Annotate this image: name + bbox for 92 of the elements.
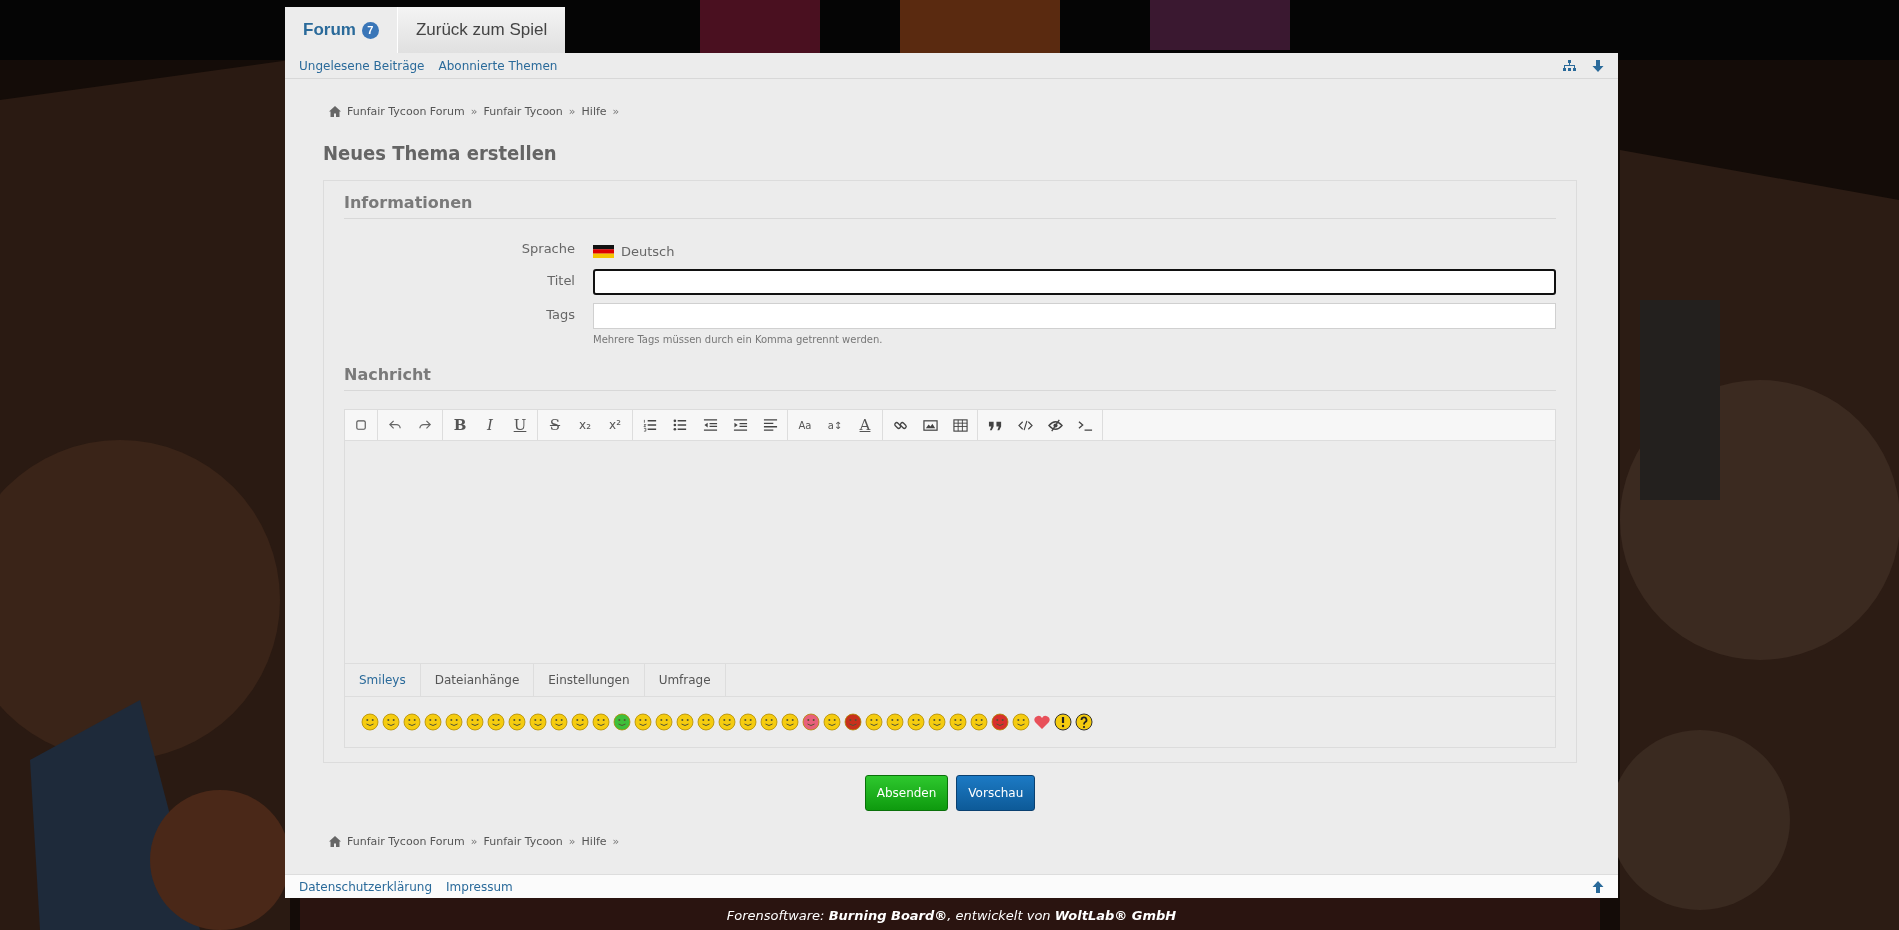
breadcrumb-link[interactable]: Funfair Tycoon Forum <box>347 835 465 848</box>
page-title: Neues Thema erstellen <box>323 141 558 165</box>
smiley-icon[interactable] <box>550 713 568 731</box>
section-heading: Informationen <box>344 193 1556 219</box>
smiley-icon[interactable] <box>592 713 610 731</box>
field-label: Titel <box>546 272 575 290</box>
smiley-icon[interactable] <box>466 713 484 731</box>
smiley-icon[interactable] <box>739 713 757 731</box>
format-button[interactable]: I <box>475 410 505 440</box>
smiley-icon[interactable] <box>865 713 883 731</box>
smiley-icon[interactable] <box>991 713 1009 731</box>
smiley-icon[interactable] <box>634 713 652 731</box>
copyright-text: Forensoftware: Burning Board®, entwickelt von WoltLab® GmbH <box>725 908 1178 923</box>
flag-icon <box>593 244 614 258</box>
bullet-list-icon[interactable] <box>672 417 688 433</box>
exclamation-icon[interactable] <box>1054 713 1072 731</box>
editor-tab[interactable]: Umfrage <box>644 664 726 696</box>
smiley-icon[interactable] <box>424 713 442 731</box>
smiley-icon[interactable] <box>445 713 463 731</box>
question-icon[interactable] <box>1075 713 1093 731</box>
smiley-icon[interactable] <box>844 713 862 731</box>
smiley-icon[interactable] <box>760 713 778 731</box>
home-icon[interactable] <box>329 106 341 117</box>
smiley-icon[interactable] <box>361 713 379 731</box>
format-button[interactable]: S <box>540 410 570 440</box>
smiley-icon[interactable] <box>676 713 694 731</box>
home-icon[interactable] <box>329 836 341 847</box>
format-button[interactable]: B <box>445 410 475 440</box>
breadcrumb-link[interactable]: Hilfe <box>581 105 607 118</box>
checkbox-icon[interactable] <box>353 417 369 433</box>
smiley-icon[interactable] <box>970 713 988 731</box>
separator-mark: » <box>568 835 576 848</box>
editor-tab[interactable]: Smileys <box>345 664 421 696</box>
nav-tab[interactable]: Zurück zum Spiel <box>396 7 566 53</box>
field-label: Sprache <box>520 240 575 258</box>
smiley-icon[interactable] <box>907 713 925 731</box>
separator-mark: » <box>612 835 620 848</box>
field-hint: Mehrere Tags müssen durch ein Komma getrennt werden. <box>593 334 884 345</box>
smiley-icon[interactable] <box>823 713 841 731</box>
smiley-icon[interactable] <box>613 713 631 731</box>
section-heading: Nachricht <box>344 365 1556 391</box>
format-button[interactable]: U <box>505 410 535 440</box>
nav-link[interactable]: Abonnierte Themen <box>438 58 558 73</box>
smiley-icon[interactable] <box>655 713 673 731</box>
preview-button[interactable]: Vorschau <box>956 775 1036 811</box>
outdent-icon[interactable] <box>702 417 718 433</box>
format-button[interactable]: Aa <box>790 410 820 440</box>
separator-mark: » <box>470 105 478 118</box>
breadcrumb-link[interactable]: Funfair Tycoon Forum <box>347 105 465 118</box>
smiley-icon[interactable] <box>697 713 715 731</box>
count-badge: 7 <box>361 21 379 39</box>
separator-mark: » <box>612 105 620 118</box>
smiley-icon[interactable] <box>781 713 799 731</box>
image-icon[interactable] <box>922 417 938 433</box>
breadcrumb-link[interactable]: Funfair Tycoon <box>483 105 563 118</box>
smiley-icon[interactable] <box>508 713 526 731</box>
text-field[interactable] <box>593 269 1556 295</box>
separator-mark: » <box>568 105 576 118</box>
editor-tab[interactable]: Dateianhänge <box>420 664 535 696</box>
breadcrumb-link[interactable]: Funfair Tycoon <box>483 835 563 848</box>
scroll-down-icon[interactable] <box>1592 59 1604 72</box>
smiley-icon[interactable] <box>718 713 736 731</box>
format-button[interactable]: x₂ <box>570 410 600 440</box>
smiley-icon[interactable] <box>928 713 946 731</box>
smiley-icon[interactable] <box>949 713 967 731</box>
field-label: Tags <box>545 306 575 324</box>
separator-mark: » <box>470 835 478 848</box>
footer-link[interactable]: Impressum <box>446 879 513 894</box>
breadcrumb-link[interactable]: Hilfe <box>581 835 607 848</box>
smiley-icon[interactable] <box>571 713 589 731</box>
smiley-icon[interactable] <box>886 713 904 731</box>
align-icon[interactable] <box>762 417 778 433</box>
eye-slash-icon[interactable] <box>1047 417 1063 433</box>
smiley-icon[interactable] <box>382 713 400 731</box>
indent-icon[interactable] <box>732 417 748 433</box>
sitemap-icon[interactable] <box>1563 59 1576 72</box>
scroll-up-icon[interactable] <box>1592 880 1604 893</box>
language-value[interactable]: Deutsch <box>621 243 675 259</box>
nav-link[interactable]: Ungelesene Beiträge <box>299 58 425 73</box>
smiley-icon[interactable] <box>802 713 820 731</box>
nav-tab[interactable]: Forum 7 <box>285 7 397 53</box>
smiley-icon[interactable] <box>487 713 505 731</box>
footer-link[interactable]: Datenschutzerklärung <box>299 879 433 894</box>
table-icon[interactable] <box>952 417 968 433</box>
smiley-icon[interactable] <box>1012 713 1030 731</box>
format-button[interactable]: A <box>850 410 880 440</box>
smiley-icon[interactable] <box>403 713 421 731</box>
editor-tab[interactable]: Einstellungen <box>534 664 645 696</box>
smiley-icon[interactable] <box>529 713 547 731</box>
format-button[interactable]: a↕ <box>820 410 850 440</box>
ordered-list-icon[interactable] <box>642 417 658 433</box>
format-button[interactable]: x² <box>600 410 630 440</box>
